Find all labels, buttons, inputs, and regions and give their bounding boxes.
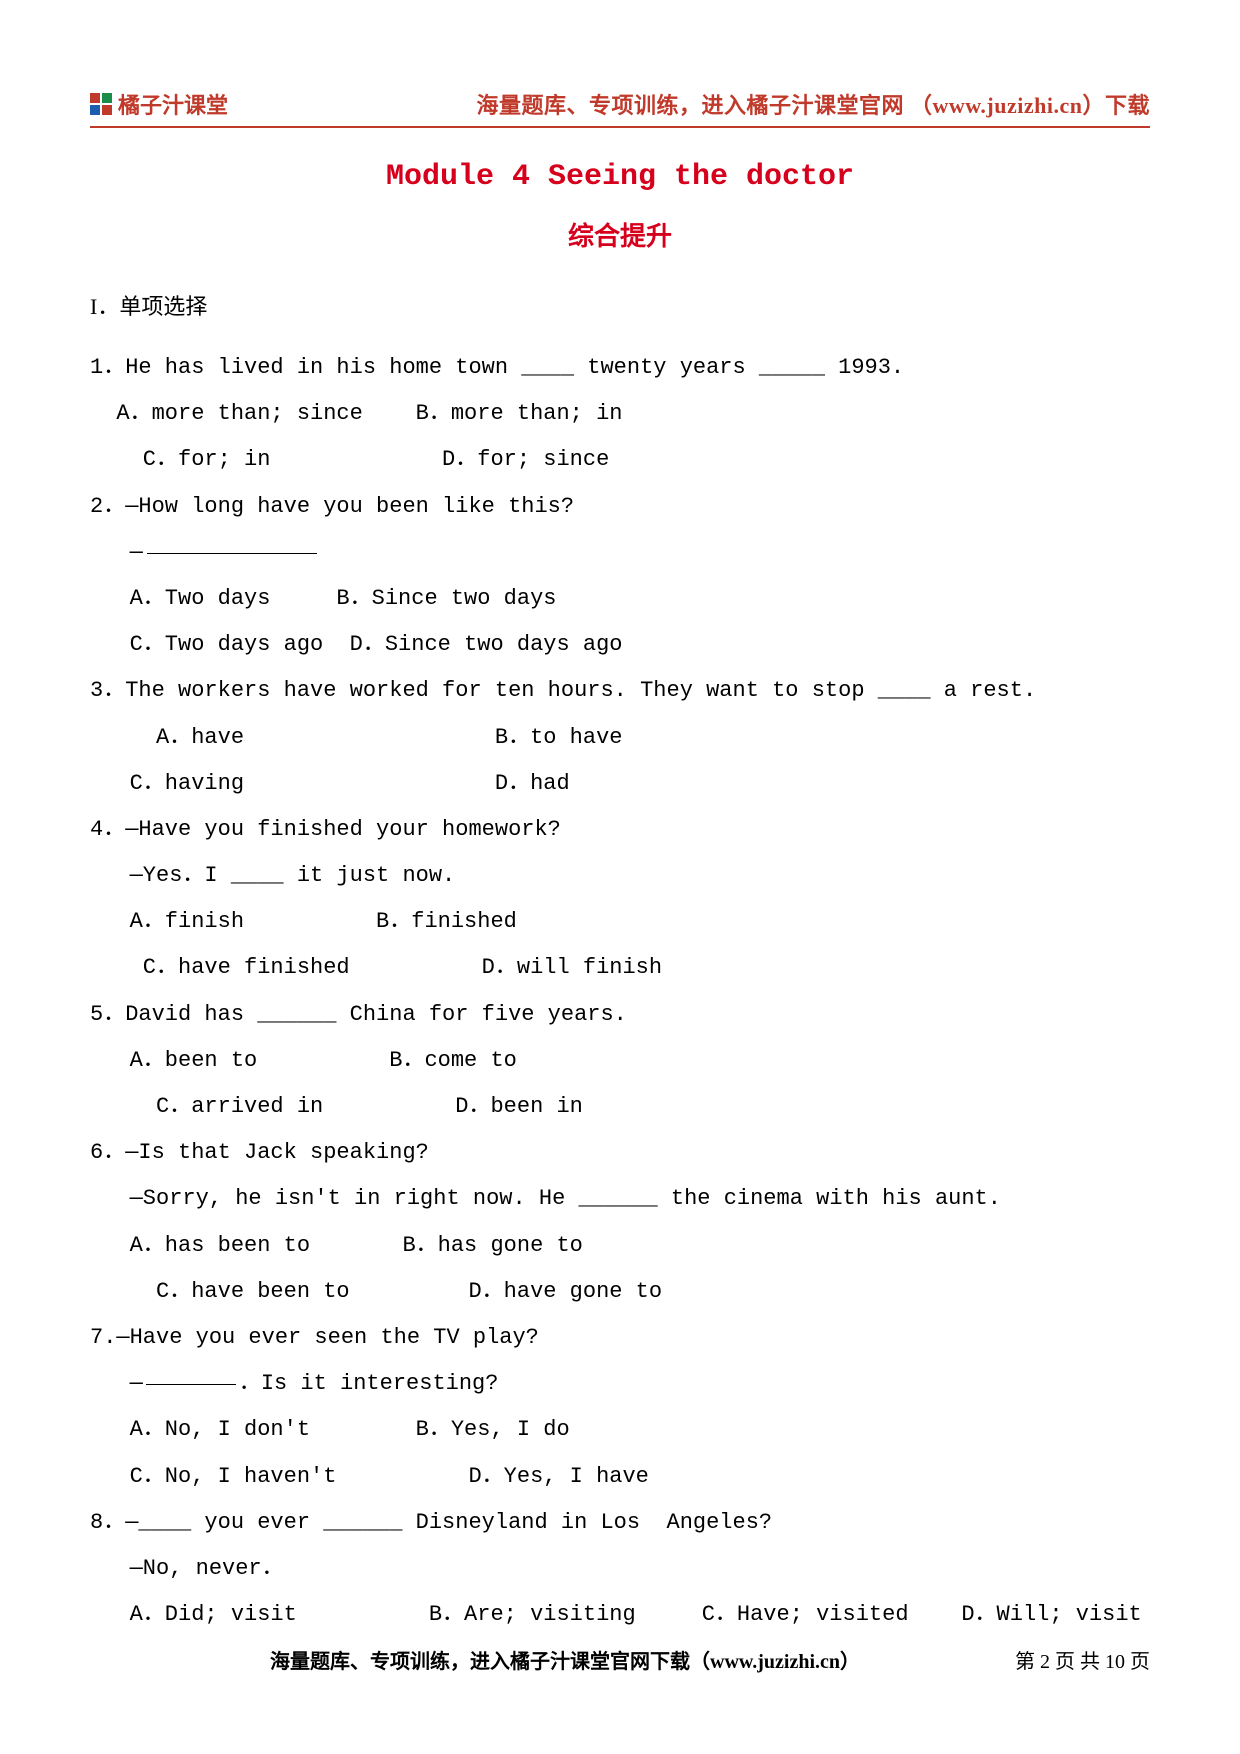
q4-stem-2: —Yes．I ____ it just now.: [90, 853, 1150, 899]
q6-options-ab: A．has been to B．has gone to: [90, 1223, 1150, 1269]
page: 橘子汁课堂 海量题库、专项训练，进入橘子汁课堂官网 （www.juzizhi.c…: [0, 0, 1240, 1754]
page-footer: 海量题库、专项训练，进入橘子汁课堂官网下载（www.juzizhi.cn） 第 …: [90, 1645, 1150, 1674]
module-title: Module 4 Seeing the doctor: [90, 160, 1150, 194]
brand-name: 橘子汁课堂: [118, 88, 228, 120]
q3-stem: 3．The workers have worked for ten hours.…: [90, 668, 1150, 714]
q6-stem-2: —Sorry, he isn't in right now. He ______…: [90, 1176, 1150, 1222]
section-1-heading: I．单项选择: [90, 289, 1150, 321]
q1-options-cd: C．for; in D．for; since: [90, 437, 1150, 483]
q5-options-ab: A．been to B．come to: [90, 1038, 1150, 1084]
page-header: 橘子汁课堂 海量题库、专项训练，进入橘子汁课堂官网 （www.juzizhi.c…: [90, 88, 1150, 128]
q4-options-cd: C．have finished D．will finish: [90, 945, 1150, 991]
q6-options-cd: C．have been to D．have gone to: [90, 1269, 1150, 1315]
q7-prefix: —: [90, 1371, 143, 1396]
q2-options-cd: C．Two days ago D．Since two days ago: [90, 622, 1150, 668]
page-number: 第 2 页 共 10 页: [1015, 1645, 1150, 1674]
q5-options-cd: C．arrived in D．been in: [90, 1084, 1150, 1130]
q2-options-ab: A．Two days B．Since two days: [90, 576, 1150, 622]
q2-answer-blank-line: —: [90, 530, 1150, 576]
q3-options-cd: C．having D．had: [90, 761, 1150, 807]
footer-slogan: 海量题库、专项训练，进入橘子汁课堂官网下载（www.juzizhi.cn）: [270, 1645, 860, 1674]
q4-options-ab: A．finish B．finished: [90, 899, 1150, 945]
brand-logo: 橘子汁课堂: [90, 88, 228, 120]
q7-options-ab: A．No, I don't B．Yes, I do: [90, 1407, 1150, 1453]
content: Module 4 Seeing the doctor 综合提升 I．单项选择 1…: [90, 160, 1150, 1638]
q6-stem-1: 6．—Is that Jack speaking?: [90, 1130, 1150, 1176]
q2-dash: —: [90, 540, 143, 565]
q7-stem-1: 7.—Have you ever seen the TV play?: [90, 1315, 1150, 1361]
header-slogan: 海量题库、专项训练，进入橘子汁课堂官网 （www.juzizhi.cn）下载: [476, 88, 1150, 120]
q1-options-ab: A．more than; since B．more than; in: [90, 391, 1150, 437]
q4-stem-1: 4．—Have you finished your homework?: [90, 807, 1150, 853]
module-subtitle: 综合提升: [90, 216, 1150, 253]
q3-options-ab: A．have B．to have: [90, 715, 1150, 761]
q7-stem-2: — ．Is it interesting?: [90, 1361, 1150, 1407]
logo-icon: [90, 93, 112, 115]
q8-options: A．Did; visit B．Are; visiting C．Have; vis…: [90, 1592, 1150, 1638]
blank-line-icon: [146, 1384, 236, 1385]
q5-stem: 5．David has ______ China for five years.: [90, 992, 1150, 1038]
q2-stem: 2．—How long have you been like this?: [90, 484, 1150, 530]
q8-stem-1: 8．—____ you ever ______ Disneyland in Lo…: [90, 1500, 1150, 1546]
q7-suffix: ．Is it interesting?: [239, 1371, 499, 1396]
q8-stem-2: —No, never．: [90, 1546, 1150, 1592]
blank-line-icon: [147, 553, 317, 554]
q7-options-cd: C．No, I haven't D．Yes, I have: [90, 1454, 1150, 1500]
q1-stem: 1．He has lived in his home town ____ twe…: [90, 345, 1150, 391]
